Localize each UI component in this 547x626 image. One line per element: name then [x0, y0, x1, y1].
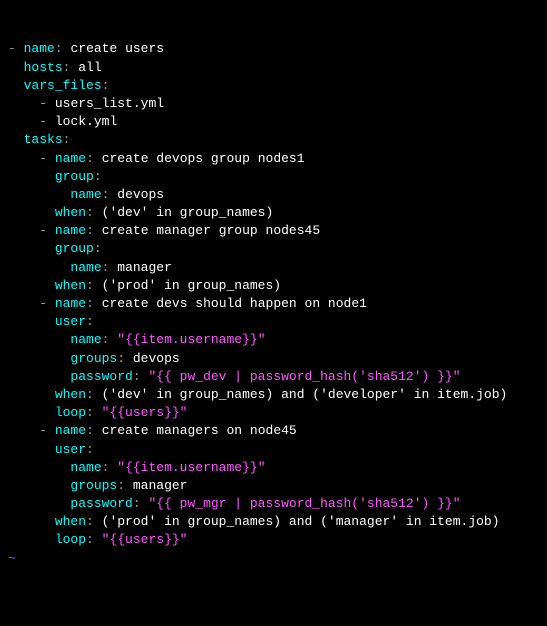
loop-value: "{{users}}" [102, 405, 188, 420]
key-tasks: tasks [24, 132, 63, 147]
groups-value: manager [133, 478, 188, 493]
key-groups: groups [70, 351, 117, 366]
key-vars-files: vars_files [24, 78, 102, 93]
code-block: - name: create users hosts: all vars_fil… [8, 40, 539, 567]
dash: - [8, 41, 16, 56]
key-name: name [55, 423, 86, 438]
key-when: when [55, 387, 86, 402]
key-user: user [55, 314, 86, 329]
key-hosts: hosts [24, 60, 63, 75]
loop-value: "{{users}}" [102, 532, 188, 547]
key-name: name [70, 332, 101, 347]
key-when: when [55, 514, 86, 529]
when-expr: ('dev' in group_names) [102, 205, 274, 220]
key-name: name [70, 187, 101, 202]
when-expr: ('prod' in group_names) [102, 278, 281, 293]
key-group: group [55, 169, 94, 184]
groups-value: devops [133, 351, 180, 366]
key-groups: groups [70, 478, 117, 493]
task-name: create manager group nodes45 [102, 223, 320, 238]
user-name-value: "{{item.username}}" [117, 332, 265, 347]
play-name: create users [70, 41, 164, 56]
key-name: name [70, 260, 101, 275]
hosts-value: all [78, 60, 101, 75]
task-name: create devops group nodes1 [102, 151, 305, 166]
password-value: "{{ pw_mgr | password_hash('sha512') }}" [148, 496, 460, 511]
when-expr: ('prod' in group_names) and ('manager' i… [102, 514, 500, 529]
vim-tilde: ~ [8, 551, 16, 566]
vars-file: lock.yml [55, 114, 117, 129]
key-password: password [70, 496, 132, 511]
task-name: create managers on node45 [102, 423, 297, 438]
key-group: group [55, 241, 94, 256]
key-loop: loop [55, 405, 86, 420]
key-name: name [55, 151, 86, 166]
key-loop: loop [55, 532, 86, 547]
key-name: name [70, 460, 101, 475]
when-expr: ('dev' in group_names) and ('developer' … [102, 387, 508, 402]
group-name-value: manager [117, 260, 172, 275]
key-name: name [55, 223, 86, 238]
key-when: when [55, 278, 86, 293]
group-name-value: devops [117, 187, 164, 202]
key-user: user [55, 442, 86, 457]
vars-file: users_list.yml [55, 96, 164, 111]
key-name: name [55, 296, 86, 311]
task-name: create devs should happen on node1 [102, 296, 367, 311]
key-password: password [70, 369, 132, 384]
key-when: when [55, 205, 86, 220]
user-name-value: "{{item.username}}" [117, 460, 265, 475]
password-value: "{{ pw_dev | password_hash('sha512') }}" [148, 369, 460, 384]
key-name: name [24, 41, 55, 56]
